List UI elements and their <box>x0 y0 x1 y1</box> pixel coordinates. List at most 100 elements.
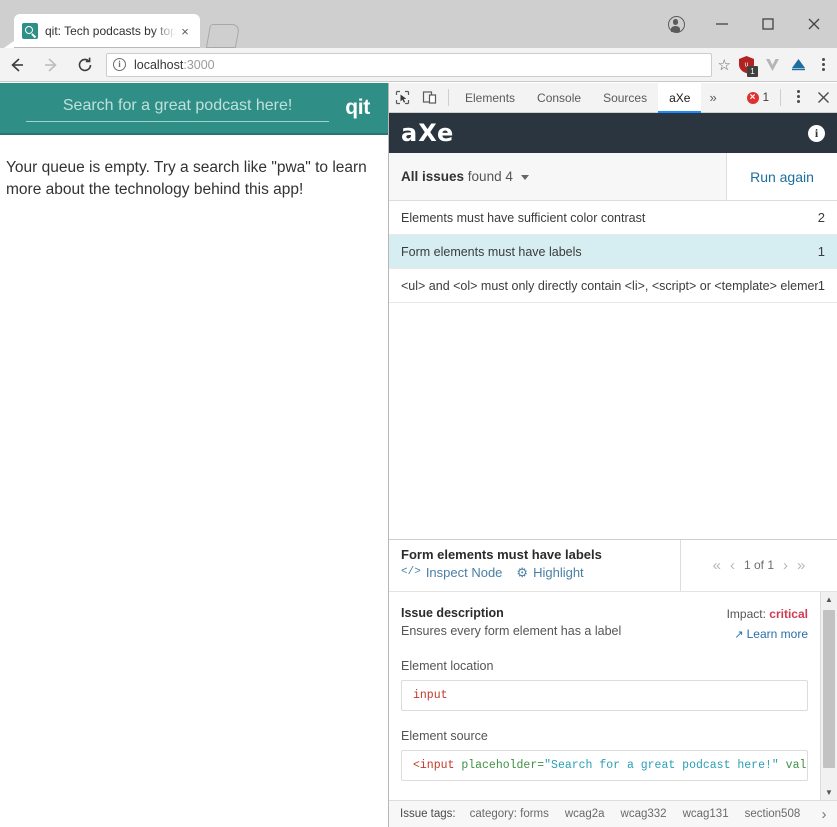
pager-prev-icon[interactable]: ‹ <box>730 557 735 574</box>
target-highlight-icon: ⚙ <box>516 564 529 580</box>
device-toolbar-icon[interactable] <box>416 83 443 112</box>
browser-window: qit: Tech podcasts by top × i localhost:… <box>0 0 837 827</box>
back-icon[interactable] <box>0 48 34 82</box>
url-host: localhost <box>134 57 184 72</box>
tag-item[interactable]: wcag332 <box>621 808 667 820</box>
profile-avatar-icon[interactable] <box>653 0 699 48</box>
element-location-value: input <box>401 679 808 711</box>
detail-title: Form elements must have labels <box>401 546 602 562</box>
issue-row-form-labels[interactable]: Form elements must have labels 1 <box>389 235 837 269</box>
shield-extension-icon[interactable]: u 1 <box>733 52 759 78</box>
element-source-label: Element source <box>401 728 488 743</box>
issue-row-list-children[interactable]: <ul> and <ol> must only directly contain… <box>389 269 837 303</box>
app-header: qit <box>0 83 388 135</box>
tag-item[interactable]: section508 <box>745 808 801 820</box>
scrollbar-thumb[interactable] <box>823 609 835 768</box>
devtools-close-icon[interactable] <box>810 83 837 112</box>
issue-row-color-contrast[interactable]: Elements must have sufficient color cont… <box>389 201 837 235</box>
inspect-node-button[interactable]: </> Inspect Node <box>401 565 502 580</box>
issue-description-block: Issue description Ensures every form ele… <box>401 606 727 638</box>
bookmark-star-icon[interactable]: ☆ <box>718 56 731 74</box>
issue-tags-list: category: forms wcag2a wcag332 wcag131 s… <box>470 808 811 820</box>
devtools-tabbar: Elements Console Sources aXe » × 1 <box>389 83 837 113</box>
issue-tags-label: Issue tags: <box>400 808 456 820</box>
extension-badge-count: 1 <box>747 65 758 77</box>
element-source-value: <input placeholder="Search for a great p… <box>401 749 808 781</box>
element-location-label: Element location <box>401 658 494 673</box>
learn-more-label: Learn more <box>746 626 808 641</box>
error-badge-icon: × <box>746 91 759 104</box>
more-tabs-icon[interactable]: » <box>701 83 724 112</box>
close-icon[interactable] <box>791 0 837 48</box>
pager-next-icon[interactable]: › <box>783 557 788 574</box>
forward-icon <box>34 48 68 82</box>
learn-more-link[interactable]: ↗ Learn more <box>727 627 808 641</box>
devtools-panel: Elements Console Sources aXe » × 1 aXe i… <box>388 83 837 827</box>
element-location-text: input <box>413 688 448 702</box>
new-tab-icon[interactable] <box>205 24 241 48</box>
detail-scrollbar[interactable]: ▲ ▼ <box>820 591 837 800</box>
issues-list: Elements must have sufficient color cont… <box>389 201 837 303</box>
tab-close-icon[interactable]: × <box>176 22 194 40</box>
scrollbar-down-icon[interactable]: ▼ <box>821 785 837 800</box>
address-bar-url: localhost:3000 <box>134 58 215 72</box>
issue-count: 1 <box>817 244 825 259</box>
error-counter[interactable]: × 1 <box>741 83 775 112</box>
chevron-down-icon[interactable] <box>520 174 529 180</box>
chevron-right-icon[interactable]: › <box>811 801 837 827</box>
issue-tags-bar: Issue tags: category: forms wcag2a wcag3… <box>389 800 837 827</box>
issue-detail-header: Form elements must have labels </> Inspe… <box>389 538 837 591</box>
run-again-button[interactable]: Run again <box>726 153 837 200</box>
browser-navbar: i localhost:3000 ☆ u 1 <box>0 48 837 82</box>
tab-elements[interactable]: Elements <box>454 83 526 112</box>
issues-list-empty-area <box>389 303 837 539</box>
issue-description-row: Issue description Ensures every form ele… <box>401 606 808 641</box>
address-bar[interactable]: i localhost:3000 <box>106 52 712 77</box>
search-input[interactable] <box>26 94 330 122</box>
search-container <box>12 94 330 122</box>
inspect-element-icon[interactable] <box>389 83 416 112</box>
issues-filter-dropdown[interactable]: All issues found 4 <box>389 169 726 184</box>
detail-actions: </> Inspect Node ⚙ Highlight <box>401 565 680 580</box>
issue-name: Form elements must have labels <box>401 244 582 259</box>
code-brackets-icon: </> <box>401 566 421 578</box>
v-extension-icon[interactable] <box>759 52 785 78</box>
search-magnifier-icon <box>22 23 38 39</box>
issue-name: <ul> and <ol> must only directly contain… <box>401 278 818 293</box>
browser-menu-icon[interactable] <box>811 52 835 78</box>
toolbar-divider <box>448 89 449 106</box>
pager-first-icon[interactable]: « <box>713 557 721 574</box>
info-icon[interactable]: i <box>808 124 825 142</box>
highlight-button[interactable]: ⚙ Highlight <box>516 565 583 580</box>
window-controls <box>653 0 837 48</box>
issue-name: Elements must have sufficient color cont… <box>401 210 646 225</box>
axe-logo: aXe <box>401 119 455 147</box>
minimize-icon[interactable] <box>699 0 745 48</box>
issue-description-title: Issue description <box>401 605 504 620</box>
reload-icon[interactable] <box>68 48 102 82</box>
site-info-icon[interactable]: i <box>113 58 126 71</box>
maximize-icon[interactable] <box>745 0 791 48</box>
devtools-kebab-icon[interactable] <box>786 83 810 109</box>
browser-tab[interactable]: qit: Tech podcasts by top × <box>14 14 200 48</box>
tag-item[interactable]: wcag2a <box>565 808 605 820</box>
triangle-extension-icon[interactable] <box>785 52 811 78</box>
tab-axe[interactable]: aXe <box>658 83 702 113</box>
pager-last-icon[interactable]: » <box>797 557 805 574</box>
impact-block: Impact: critical ↗ Learn more <box>727 606 808 641</box>
source-attr-placeholder-name: placeholder= <box>454 758 545 772</box>
issue-count: 2 <box>817 210 825 225</box>
tag-item[interactable]: category: forms <box>470 808 549 820</box>
filter-label: All issues <box>401 169 465 184</box>
issue-description-text: Ensures every form element has a label <box>401 623 622 638</box>
tab-console[interactable]: Console <box>526 83 592 112</box>
issues-toolbar: All issues found 4 Run again <box>389 153 837 201</box>
browser-titlebar: qit: Tech podcasts by top × <box>0 0 837 48</box>
issue-count: 1 <box>817 278 825 293</box>
tab-sources[interactable]: Sources <box>592 83 658 112</box>
tag-item[interactable]: wcag131 <box>683 808 729 820</box>
tab-title: qit: Tech podcasts by top <box>45 24 176 38</box>
filter-found-label: found <box>467 169 502 184</box>
detail-scroll-content: Issue description Ensures every form ele… <box>389 592 820 801</box>
scrollbar-up-icon[interactable]: ▲ <box>821 592 837 607</box>
